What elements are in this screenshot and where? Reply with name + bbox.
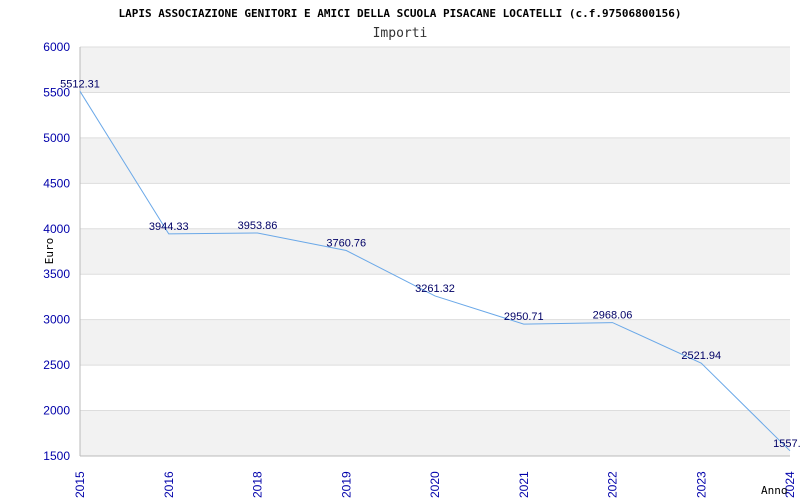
data-label: 2950.71	[504, 311, 544, 323]
y-tick-label: 5000	[43, 131, 70, 145]
y-tick-label: 6000	[43, 40, 70, 54]
y-axis-label: Euro	[43, 238, 56, 265]
chart-title: LAPIS ASSOCIAZIONE GENITORI E AMICI DELL…	[119, 7, 682, 20]
x-tick-label: 2016	[162, 471, 176, 498]
grid-band	[80, 228, 790, 275]
grid-band	[80, 47, 790, 93]
y-tick-label: 2500	[43, 358, 70, 372]
x-axis-label: Anno	[761, 484, 788, 497]
y-tick-label: 3000	[43, 313, 70, 327]
x-tick-label: 2019	[339, 471, 353, 498]
grid-band	[80, 410, 790, 456]
data-label: 3953.86	[238, 220, 278, 232]
y-tick-label: 2000	[43, 404, 70, 418]
x-tick-label: 2022	[606, 471, 620, 498]
data-label: 1557.1	[773, 438, 800, 450]
data-label: 5512.31	[60, 78, 100, 90]
data-label: 3261.32	[415, 283, 455, 295]
data-label: 3760.76	[326, 238, 366, 250]
grid-bands	[80, 47, 790, 456]
x-tick-label: 2015	[73, 471, 87, 498]
chart-subtitle: Importi	[373, 26, 428, 41]
y-tick-label: 3500	[43, 267, 70, 281]
chart: LAPIS ASSOCIAZIONE GENITORI E AMICI DELL…	[43, 7, 800, 498]
y-tick-label: 1500	[43, 449, 70, 463]
x-tick-label: 2021	[517, 471, 531, 498]
y-tick-label: 4500	[43, 176, 70, 190]
y-tick-label: 4000	[43, 222, 70, 236]
data-label: 3944.33	[149, 221, 189, 233]
grid-band	[80, 137, 790, 184]
data-label: 2521.94	[681, 350, 721, 362]
x-tick-labels: 2015 2016 2018 2019 2020 2021 2022 2023 2024	[73, 471, 797, 498]
x-tick-label: 2018	[251, 471, 265, 498]
x-tick-label: 2023	[694, 471, 708, 498]
x-tick-label: 2020	[428, 471, 442, 498]
data-label: 2968.06	[593, 310, 633, 322]
